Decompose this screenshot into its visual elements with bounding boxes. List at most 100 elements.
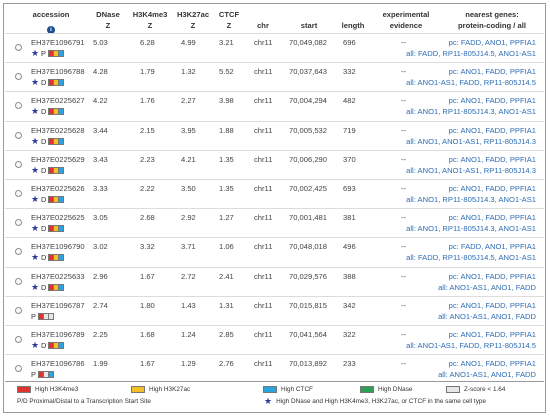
all-genes[interactable]: all: ANO1-AS1, FADD, RP11-805J14.5 — [406, 77, 536, 88]
all-genes[interactable]: all: FADD, RP11-805J14.5, ANO1-AS1 — [406, 48, 536, 59]
all-genes[interactable]: all: ANO1, RP11-805J14.3, ANO1-AS1 — [406, 106, 536, 117]
row-select-radio[interactable] — [15, 336, 22, 343]
row-select-radio[interactable] — [15, 248, 22, 256]
dnase-z-cell: 5.03 — [93, 38, 108, 47]
protein-coding-genes[interactable]: pc: ANO1, FADD, PPFIA1 — [406, 95, 536, 106]
accession-cell[interactable]: EH37E1096787 — [31, 300, 85, 311]
row-select-radio[interactable] — [15, 73, 22, 81]
all-genes[interactable]: all: FADD, RP11-805J14.5, ANO1-AS1 — [406, 252, 536, 263]
ctcf-z-cell: 3.98 — [219, 96, 234, 106]
row-select-radio[interactable] — [15, 102, 22, 110]
table-row[interactable]: EH37E1096789 ★ D 2.25 1.68 1.24 2.85 chr11 70,04… — [5, 325, 544, 355]
accession-cell[interactable]: EH37E1096791 — [31, 37, 85, 48]
row-select-radio[interactable] — [15, 131, 22, 139]
all-genes[interactable]: all: ANO1, RP11-805J14.3, ANO1-AS1 — [406, 223, 536, 234]
signal-swatch — [48, 371, 54, 379]
star-icon: ★ — [31, 77, 40, 88]
table-row[interactable]: EH37E1096788 ★ D 4.28 1.79 1.32 5.52 chr11 70,03… — [5, 62, 544, 92]
row-select-radio[interactable] — [15, 219, 22, 227]
row-annotations: ★ D — [31, 165, 64, 175]
star-icon: ★ — [264, 396, 273, 406]
row-select-radio[interactable] — [15, 44, 22, 51]
table-row[interactable]: EH37E0225628 ★ D 3.44 2.15 3.95 1.88 chr11 70,00… — [5, 120, 544, 151]
table-row[interactable]: EH37E0225627 ★ D 4.22 1.76 2.27 3.98 chr11 70,00… — [5, 91, 544, 121]
row-select-radio[interactable] — [15, 160, 22, 168]
ctcf-z-label: Z — [226, 20, 232, 30]
ctcf-z-cell: 2.76 — [219, 359, 234, 369]
row-select-radio[interactable] — [15, 190, 22, 197]
row-select-radio[interactable] — [15, 277, 22, 285]
chr-cell: chr11 — [254, 67, 273, 77]
all-genes[interactable]: all: ANO1-AS1, ANO1, FADD — [438, 282, 536, 293]
chr-header[interactable]: chr — [250, 21, 276, 32]
all-genes[interactable]: all: ANO1-AS1, ANO1, FADD — [438, 311, 536, 322]
ctcf-z-header[interactable]: CTCF Z — [214, 10, 244, 31]
h3k27ac-z-cell: 2.92 — [181, 213, 196, 223]
signal-swatch — [48, 312, 54, 320]
h3k27ac-z-label: Z — [190, 20, 196, 30]
ctcf-z-cell: 2.85 — [219, 330, 234, 339]
accession-cell[interactable]: EH37E0225625 — [31, 212, 85, 223]
table-row[interactable]: EH37E0225629 ★ D 3.43 2.23 4.21 1.35 chr11 70,00… — [5, 149, 544, 180]
h3k27ac-z-cell: 1.32 — [181, 67, 196, 77]
row-annotations: P — [31, 312, 54, 321]
protein-coding-genes[interactable]: pc: ANO1, FADD, PPFIA1 — [406, 183, 536, 194]
h3k4me3-z-cell: 6.28 — [140, 38, 155, 47]
protein-coding-genes[interactable]: pc: ANO1, FADD, PPFIA1 — [438, 271, 536, 282]
accession-header[interactable]: accession i — [26, 10, 76, 34]
nearest-genes-header[interactable]: nearest genes: protein-coding / all — [444, 10, 540, 31]
row-select-radio[interactable] — [15, 306, 22, 314]
accession-cell[interactable]: EH37E0225629 — [31, 154, 85, 165]
length-cell: 332 — [343, 67, 356, 77]
protein-coding-genes[interactable]: pc: ANO1, FADD, PPFIA1 — [406, 329, 536, 340]
accession-cell[interactable]: EH37E0225628 — [31, 125, 85, 136]
protein-coding-genes[interactable]: pc: ANO1, FADD, PPFIA1 — [438, 300, 536, 311]
all-genes[interactable]: all: ANO1, RP11-805J14.3, ANO1-AS1 — [406, 194, 536, 205]
h3k27ac-z-header[interactable]: H3K27ac Z — [172, 10, 214, 31]
nearest-genes-cell: pc: ANO1, FADD, PPFIA1 all: ANO1, RP11-80… — [406, 183, 536, 205]
dnase-z-cell: 2.96 — [93, 271, 108, 281]
length-header[interactable]: length — [337, 21, 369, 32]
all-genes[interactable]: all: ANO1, ANO1-AS1, RP11-805J14.3 — [406, 165, 536, 176]
protein-coding-genes[interactable]: pc: ANO1, FADD, PPFIA1 — [406, 154, 536, 165]
h3k27ac-z-cell: 3.95 — [181, 125, 196, 135]
protein-coding-genes[interactable]: pc: ANO1, FADD, PPFIA1 — [406, 212, 536, 223]
proximal-distal-mark: D — [41, 282, 47, 292]
all-genes[interactable]: all: ANO1-AS1, FADD, RP11-805J14.5 — [406, 340, 536, 351]
h3k27ac-z-cell: 3.71 — [181, 242, 196, 252]
legend: High H3K4me3 High H3K27ac High CTCF High… — [5, 381, 544, 413]
ctcf-z-cell: 1.88 — [219, 125, 234, 135]
accession-cell[interactable]: EH37E0225626 — [31, 183, 85, 194]
table-row[interactable]: EH37E0225633 ★ D 2.96 1.67 2.72 2.41 chr11 70,02… — [5, 266, 544, 297]
accession-cell[interactable]: EH37E1096789 — [31, 329, 85, 340]
table-row[interactable]: EH37E0225626 ★ D 3.33 2.22 3.50 1.35 chr11 70,00… — [5, 179, 544, 209]
accession-cell[interactable]: EH37E1096788 — [31, 66, 85, 77]
start-cell: 70,037,643 — [289, 67, 328, 77]
h3k4me3-z-header[interactable]: H3K4me3 Z — [127, 10, 173, 31]
accession-cell[interactable]: EH37E0225633 — [31, 271, 85, 282]
accession-cell[interactable]: EH37E1096786 — [31, 358, 85, 369]
accession-cell[interactable]: EH37E1096790 — [31, 241, 85, 252]
accession-cell[interactable]: EH37E0225627 — [31, 95, 85, 106]
protein-coding-genes[interactable]: pc: ANO1, FADD, PPFIA1 — [406, 125, 536, 136]
protein-coding-genes[interactable]: pc: ANO1, FADD, PPFIA1 — [438, 358, 536, 369]
protein-coding-genes[interactable]: pc: FADD, ANO1, PPFIA1 — [406, 37, 536, 48]
protein-coding-genes[interactable]: pc: ANO1, FADD, PPFIA1 — [406, 66, 536, 77]
experimental-evidence-cell: -- — [401, 359, 407, 369]
start-header[interactable]: start — [284, 21, 334, 32]
h3k4me3-z-cell: 1.80 — [140, 300, 155, 310]
dnase-z-header[interactable]: DNase Z — [90, 10, 126, 31]
table-row[interactable]: EH37E1096790 ★ D 3.02 3.32 3.71 1.06 chr11 70,04… — [5, 237, 544, 267]
all-genes[interactable]: all: ANO1-AS1, ANO1, FADD — [438, 369, 536, 380]
experimental-evidence-header[interactable]: experimental evidence — [371, 10, 441, 31]
protein-coding-genes[interactable]: pc: FADD, ANO1, PPFIA1 — [406, 241, 536, 252]
row-select-radio[interactable] — [15, 365, 22, 373]
table-row[interactable]: EH37E1096787 P 2.74 1.80 1.43 1.31 chr11 70,015… — [5, 295, 544, 326]
all-genes[interactable]: all: ANO1, ANO1-AS1, RP11-805J14.3 — [406, 136, 536, 147]
start-cell: 70,015,815 — [289, 300, 328, 310]
ctcf-z-cell: 5.52 — [219, 67, 234, 77]
chr-cell: chr11 — [254, 271, 273, 281]
table-row[interactable]: EH37E0225625 ★ D 3.05 2.68 2.92 1.27 chr11 70,00… — [5, 208, 544, 238]
table-row[interactable]: EH37E1096791 ★ P 5.03 6.28 4.99 3.21 chr11 70,04… — [5, 33, 544, 63]
table-row[interactable]: EH37E1096786 P 1.99 1.67 1.29 2.76 chr11 70,013… — [5, 354, 544, 384]
